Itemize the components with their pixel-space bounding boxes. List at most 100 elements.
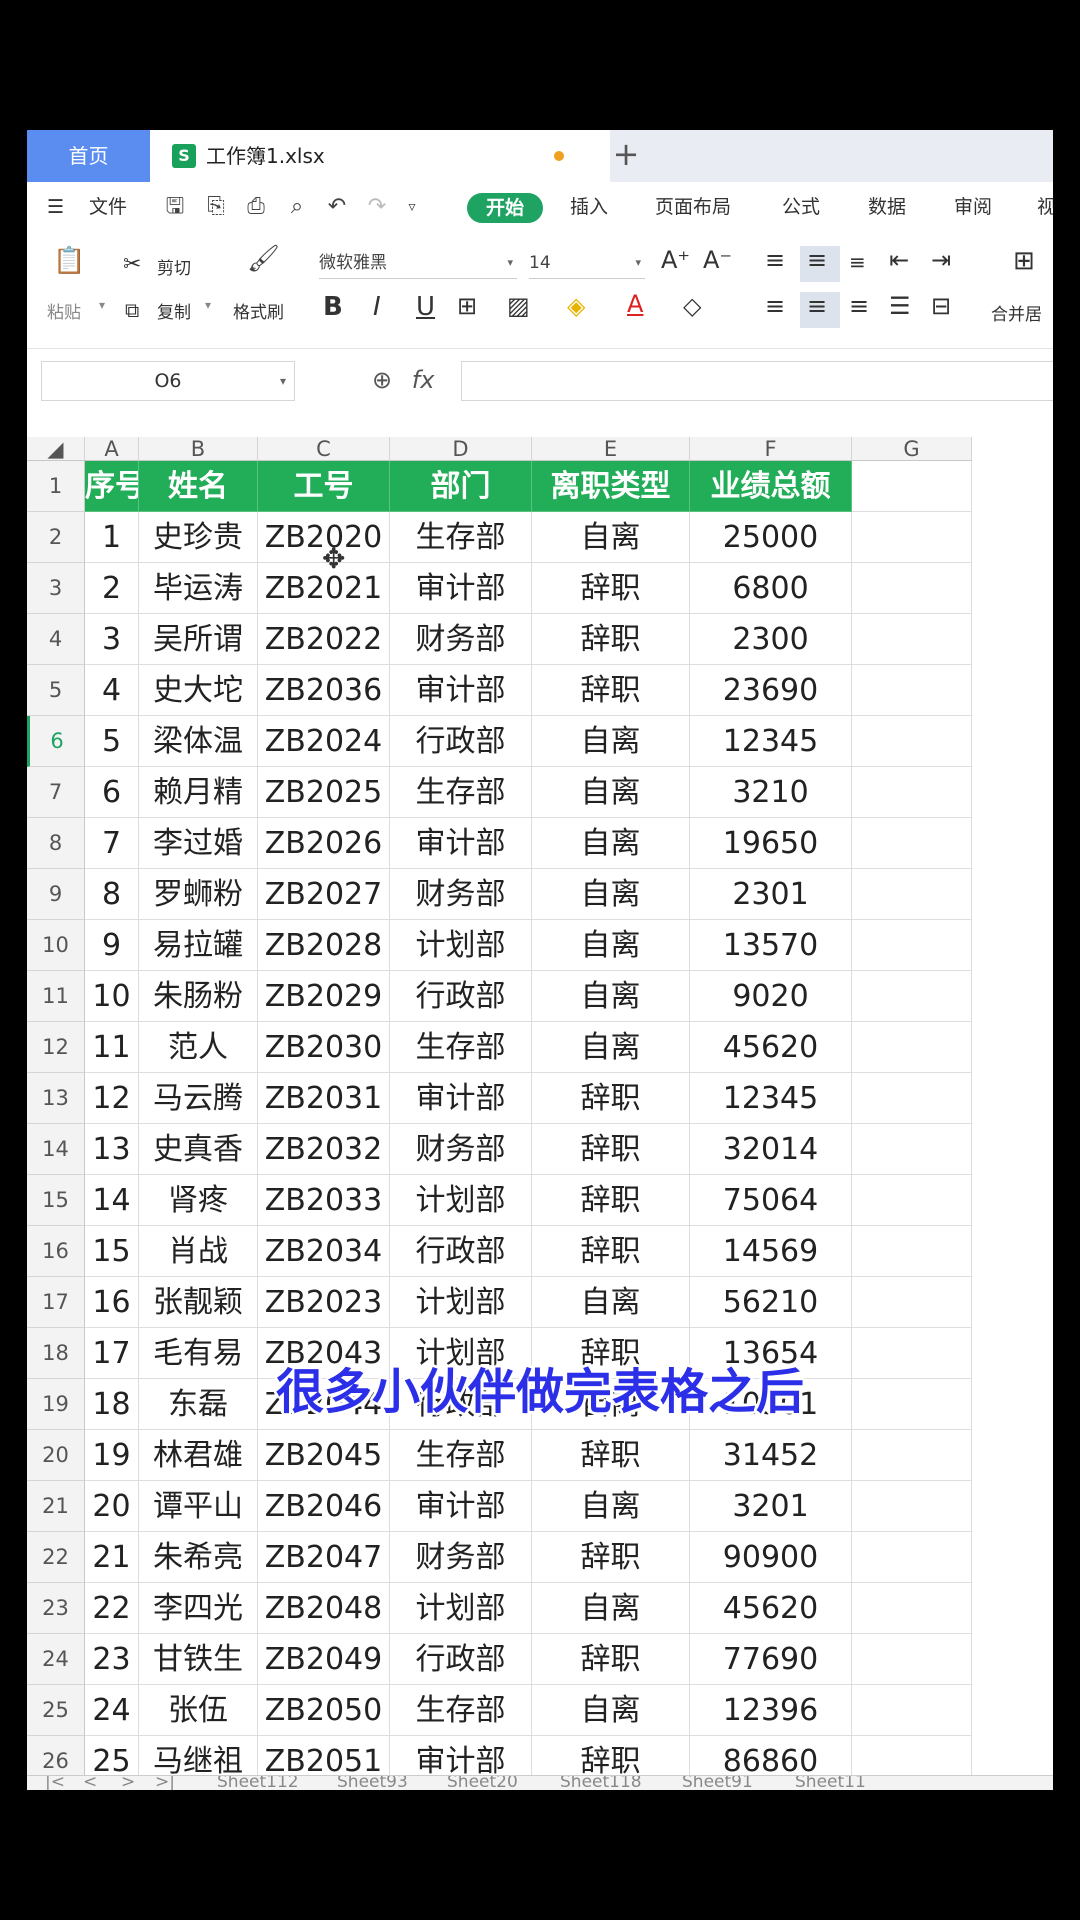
- table-cell[interactable]: 自离: [532, 1583, 690, 1634]
- menu-page-layout[interactable]: 页面布局: [655, 182, 731, 232]
- empty-cell[interactable]: [852, 665, 972, 716]
- menu-data[interactable]: 数据: [868, 182, 906, 232]
- cut-button[interactable]: 剪切: [157, 254, 191, 279]
- table-cell[interactable]: 自离: [532, 920, 690, 971]
- table-cell[interactable]: 辞职: [532, 1226, 690, 1277]
- table-cell[interactable]: 财务部: [390, 1124, 532, 1175]
- next-sheet-icon[interactable]: >: [121, 1776, 135, 1790]
- empty-cell[interactable]: [852, 512, 972, 563]
- table-cell[interactable]: 2: [85, 563, 139, 614]
- table-cell[interactable]: 自离: [532, 512, 690, 563]
- table-cell[interactable]: ZB2026: [258, 818, 390, 869]
- table-cell[interactable]: 3201: [690, 1481, 852, 1532]
- table-cell[interactable]: 行政部: [390, 1634, 532, 1685]
- table-cell[interactable]: 19650: [690, 818, 852, 869]
- table-cell[interactable]: 生存部: [390, 1685, 532, 1736]
- sheet-tab[interactable]: Sheet20: [447, 1776, 518, 1790]
- row-header-9[interactable]: 9: [27, 869, 85, 920]
- sheet-tab[interactable]: Sheet118: [560, 1776, 642, 1790]
- row-header-20[interactable]: 20: [27, 1430, 85, 1481]
- align-top-icon[interactable]: ≡: [765, 246, 785, 274]
- table-cell[interactable]: 24: [85, 1685, 139, 1736]
- align-middle-icon[interactable]: ≡: [807, 246, 827, 274]
- table-cell[interactable]: 计划部: [390, 1277, 532, 1328]
- table-cell[interactable]: 生存部: [390, 512, 532, 563]
- hamburger-icon[interactable]: ☰: [47, 182, 64, 232]
- table-cell[interactable]: ZB2027: [258, 869, 390, 920]
- table-cell[interactable]: 13: [85, 1124, 139, 1175]
- header-cell[interactable]: 业绩总额: [690, 461, 852, 512]
- format-painter-icon[interactable]: 🖌: [247, 244, 280, 274]
- row-header-14[interactable]: 14: [27, 1124, 85, 1175]
- row-header-26[interactable]: 26: [27, 1736, 85, 1777]
- empty-cell[interactable]: [852, 1073, 972, 1124]
- header-cell[interactable]: 姓名: [139, 461, 258, 512]
- row-header-10[interactable]: 10: [27, 920, 85, 971]
- scissors-icon[interactable]: ✂: [123, 252, 141, 277]
- table-cell[interactable]: 审计部: [390, 563, 532, 614]
- table-cell[interactable]: ZB2032: [258, 1124, 390, 1175]
- table-cell[interactable]: 13570: [690, 920, 852, 971]
- fill-pattern-icon[interactable]: ▨: [507, 292, 530, 320]
- table-cell[interactable]: 10: [85, 971, 139, 1022]
- table-cell[interactable]: 自离: [532, 1022, 690, 1073]
- table-cell[interactable]: 史真香: [139, 1124, 258, 1175]
- table-cell[interactable]: ZB2025: [258, 767, 390, 818]
- table-cell[interactable]: 史珍贵: [139, 512, 258, 563]
- table-cell[interactable]: 审计部: [390, 1481, 532, 1532]
- table-cell[interactable]: 辞职: [532, 665, 690, 716]
- table-cell[interactable]: ZB2030: [258, 1022, 390, 1073]
- table-cell[interactable]: 25000: [690, 512, 852, 563]
- table-cell[interactable]: 辞职: [532, 1124, 690, 1175]
- empty-cell[interactable]: [852, 1481, 972, 1532]
- table-cell[interactable]: 77690: [690, 1634, 852, 1685]
- header-cell[interactable]: 序号: [85, 461, 139, 512]
- table-cell[interactable]: 75064: [690, 1175, 852, 1226]
- table-cell[interactable]: 14569: [690, 1226, 852, 1277]
- table-cell[interactable]: 肾疼: [139, 1175, 258, 1226]
- table-cell[interactable]: 吴所谓: [139, 614, 258, 665]
- table-cell[interactable]: ZB2029: [258, 971, 390, 1022]
- table-cell[interactable]: 罗蛳粉: [139, 869, 258, 920]
- table-cell[interactable]: ZB2028: [258, 920, 390, 971]
- table-cell[interactable]: ZB2023: [258, 1277, 390, 1328]
- table-cell[interactable]: 李过婚: [139, 818, 258, 869]
- table-cell[interactable]: 易拉罐: [139, 920, 258, 971]
- prev-sheet-icon[interactable]: <: [83, 1776, 97, 1790]
- font-name-select[interactable]: 微软雅黑 ▾: [319, 248, 517, 279]
- distributed-icon[interactable]: ⊟: [931, 292, 951, 320]
- fx-icon[interactable]: fx: [412, 366, 435, 394]
- table-cell[interactable]: 45620: [690, 1022, 852, 1073]
- table-cell[interactable]: 朱希亮: [139, 1532, 258, 1583]
- paste-button[interactable]: 粘贴: [47, 298, 81, 323]
- table-cell[interactable]: 辞职: [532, 1634, 690, 1685]
- column-header-g[interactable]: G: [852, 437, 972, 461]
- empty-cell[interactable]: [852, 818, 972, 869]
- table-cell[interactable]: 86860: [690, 1736, 852, 1777]
- table-cell[interactable]: ZB2045: [258, 1430, 390, 1481]
- column-header-f[interactable]: F: [690, 437, 852, 461]
- sheet-tab[interactable]: Sheet91: [682, 1776, 753, 1790]
- table-cell[interactable]: 45620: [690, 1583, 852, 1634]
- table-cell[interactable]: 史大坨: [139, 665, 258, 716]
- row-header-15[interactable]: 15: [27, 1175, 85, 1226]
- header-cell[interactable]: 离职类型: [532, 461, 690, 512]
- row-header-22[interactable]: 22: [27, 1532, 85, 1583]
- table-cell[interactable]: 张伍: [139, 1685, 258, 1736]
- table-cell[interactable]: 12345: [690, 716, 852, 767]
- empty-cell[interactable]: [852, 1583, 972, 1634]
- font-color-icon[interactable]: A: [627, 290, 643, 318]
- table-cell[interactable]: 12: [85, 1073, 139, 1124]
- table-cell[interactable]: 自离: [532, 1685, 690, 1736]
- decrease-font-icon[interactable]: A⁻: [703, 246, 732, 274]
- table-cell[interactable]: 朱肠粉: [139, 971, 258, 1022]
- row-header-17[interactable]: 17: [27, 1277, 85, 1328]
- table-cell[interactable]: 谭平山: [139, 1481, 258, 1532]
- empty-cell[interactable]: [852, 716, 972, 767]
- export-icon[interactable]: ⎘: [203, 194, 229, 220]
- empty-cell[interactable]: [852, 1430, 972, 1481]
- table-cell[interactable]: 20: [85, 1481, 139, 1532]
- increase-font-icon[interactable]: A⁺: [661, 246, 690, 274]
- table-cell[interactable]: ZB2033: [258, 1175, 390, 1226]
- table-cell[interactable]: 张靓颖: [139, 1277, 258, 1328]
